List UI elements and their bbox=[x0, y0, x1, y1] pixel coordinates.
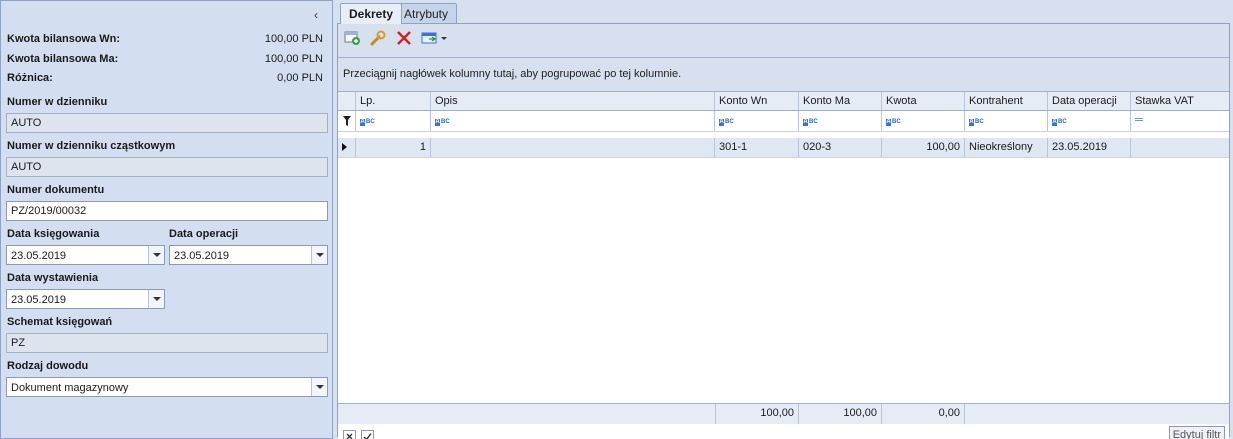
difference-row: Różnica: 0,00 PLN bbox=[7, 72, 323, 84]
tab-atrybuty[interactable]: Atrybuty bbox=[395, 3, 458, 23]
abc-filter-icon: ABC bbox=[803, 119, 818, 126]
clear-filter-icon[interactable] bbox=[343, 430, 356, 439]
balance-ma-label: Kwota bilansowa Ma: bbox=[7, 53, 119, 65]
proof-type-select[interactable]: Dokument magazynowy bbox=[6, 377, 328, 397]
column-header-konto-ma[interactable]: Konto Ma bbox=[799, 92, 882, 110]
total-ma: 100,00 bbox=[799, 404, 882, 424]
filter-kontrahent[interactable]: ABC bbox=[965, 111, 1048, 131]
total-wn: 100,00 bbox=[715, 404, 799, 424]
balance-wn-value: 100,00 PLN bbox=[264, 33, 323, 45]
tab-content: Przeciągnij nagłówek kolumny tutaj, aby … bbox=[337, 23, 1230, 439]
proof-type-label: Rodzaj dowodu bbox=[7, 360, 89, 372]
balance-wn-row: Kwota bilansowa Wn: 100,00 PLN bbox=[7, 33, 323, 45]
edit-wrench-icon[interactable] bbox=[368, 28, 388, 48]
edit-filter-button[interactable]: Edytuj filtr bbox=[1168, 426, 1225, 439]
posting-date-label: Data księgowania bbox=[7, 228, 100, 240]
posting-date-picker[interactable]: 23.05.2019 bbox=[6, 245, 165, 265]
abc-filter-icon: ABC bbox=[969, 119, 984, 126]
issue-date-label: Data wystawienia bbox=[7, 272, 99, 284]
difference-label: Różnica: bbox=[7, 72, 53, 84]
scheme-field: PZ bbox=[6, 333, 328, 353]
filter-status-bar: Edytuj filtr bbox=[338, 425, 1229, 439]
total-kwota: 0,00 bbox=[882, 404, 965, 424]
filter-data-operacji[interactable]: ABC bbox=[1048, 111, 1131, 131]
entries-grid: Przeciągnij nagłówek kolumny tutaj, aby … bbox=[338, 57, 1229, 439]
column-header-lp[interactable]: Lp. bbox=[356, 92, 431, 110]
column-header-kwota[interactable]: Kwota bbox=[882, 92, 965, 110]
journal-number-label: Numer w dzienniku bbox=[7, 96, 108, 108]
entries-panel: Dekrety Atrybuty Przeciągnij nagłówek ko… bbox=[337, 0, 1233, 439]
tab-dekrety[interactable]: Dekrety bbox=[340, 3, 403, 24]
filter-funnel-icon bbox=[338, 111, 356, 131]
filter-stawka-vat[interactable]: ═ bbox=[1131, 111, 1229, 131]
issue-date-value: 23.05.2019 bbox=[11, 294, 67, 306]
chevron-down-icon[interactable] bbox=[311, 246, 327, 264]
balance-wn-label: Kwota bilansowa Wn: bbox=[7, 33, 121, 45]
delete-x-icon[interactable] bbox=[394, 28, 414, 48]
issue-date-picker[interactable]: 23.05.2019 bbox=[6, 289, 165, 309]
collapse-panel-icon[interactable]: ‹ bbox=[314, 8, 318, 22]
export-dropdown-icon[interactable] bbox=[420, 28, 450, 48]
partial-journal-field: AUTO bbox=[6, 157, 328, 177]
filter-opis[interactable]: ABC bbox=[431, 111, 715, 131]
grid-totals-row: 100,00 100,00 0,00 bbox=[338, 403, 1229, 424]
chevron-down-icon[interactable] bbox=[311, 378, 327, 396]
balance-ma-value: 100,00 PLN bbox=[264, 53, 323, 65]
add-entry-icon[interactable] bbox=[342, 28, 362, 48]
balance-ma-row: Kwota bilansowa Ma: 100,00 PLN bbox=[7, 53, 323, 65]
filter-konto-wn[interactable]: ABC bbox=[715, 111, 799, 131]
document-number-label: Numer dokumentu bbox=[7, 184, 105, 196]
proof-type-value: Dokument magazynowy bbox=[11, 382, 129, 394]
equals-filter-icon: ═ bbox=[1135, 114, 1143, 126]
operation-date-value: 23.05.2019 bbox=[174, 250, 230, 262]
cell-lp[interactable]: 1 bbox=[356, 138, 431, 157]
cell-opis[interactable] bbox=[431, 138, 715, 157]
filter-konto-ma[interactable]: ABC bbox=[799, 111, 882, 131]
document-header-panel: ‹ Kwota bilansowa Wn: 100,00 PLN Kwota b… bbox=[0, 0, 333, 439]
column-header-opis[interactable]: Opis bbox=[431, 92, 715, 110]
grid-body bbox=[338, 132, 1229, 439]
abc-filter-icon: ABC bbox=[435, 119, 450, 126]
filter-row: ABC ABC ABC ABC ABC ABC ABC ═ bbox=[338, 111, 1229, 132]
operation-date-picker[interactable]: 23.05.2019 bbox=[169, 245, 328, 265]
grid-header: Lp. Opis Konto Wn Konto Ma Kwota Kontrah… bbox=[338, 91, 1229, 111]
cell-kontrahent[interactable]: Nieokreślony bbox=[965, 138, 1048, 157]
chevron-down-icon[interactable] bbox=[148, 290, 164, 308]
column-header-konto-wn[interactable]: Konto Wn bbox=[715, 92, 799, 110]
column-header-kontrahent[interactable]: Kontrahent bbox=[965, 92, 1048, 110]
cell-konto-wn[interactable]: 301-1 bbox=[715, 138, 799, 157]
abc-filter-icon: ABC bbox=[1052, 119, 1067, 126]
operation-date-label: Data operacji bbox=[169, 228, 239, 240]
partial-journal-label: Numer w dzienniku cząstkowym bbox=[7, 140, 176, 152]
cell-konto-ma[interactable]: 020-3 bbox=[799, 138, 882, 157]
cell-kwota[interactable]: 100,00 bbox=[882, 138, 965, 157]
chevron-down-icon[interactable] bbox=[148, 246, 164, 264]
filter-lp[interactable]: ABC bbox=[356, 111, 431, 131]
header-indicator bbox=[338, 92, 356, 110]
abc-filter-icon: ABC bbox=[886, 119, 901, 126]
document-number-input[interactable]: PZ/2019/00032 bbox=[6, 201, 328, 221]
abc-filter-icon: ABC bbox=[360, 119, 375, 126]
filter-enabled-checkbox[interactable] bbox=[361, 430, 374, 439]
difference-value: 0,00 PLN bbox=[277, 72, 323, 84]
row-selector-icon[interactable] bbox=[338, 138, 356, 157]
column-header-stawka-vat[interactable]: Stawka VAT bbox=[1131, 92, 1229, 110]
cell-data-operacji[interactable]: 23.05.2019 bbox=[1048, 138, 1131, 157]
scheme-label: Schemat księgowań bbox=[7, 316, 113, 328]
posting-date-value: 23.05.2019 bbox=[11, 250, 67, 262]
group-by-hint: Przeciągnij nagłówek kolumny tutaj, aby … bbox=[338, 58, 1229, 91]
column-header-data-operacji[interactable]: Data operacji bbox=[1048, 92, 1131, 110]
table-row[interactable]: 1 301-1 020-3 100,00 Nieokreślony 23.05.… bbox=[338, 138, 1229, 158]
abc-filter-icon: ABC bbox=[719, 119, 734, 126]
journal-number-field: AUTO bbox=[6, 113, 328, 133]
filter-kwota[interactable]: ABC bbox=[882, 111, 965, 131]
cell-stawka-vat[interactable] bbox=[1131, 138, 1229, 157]
